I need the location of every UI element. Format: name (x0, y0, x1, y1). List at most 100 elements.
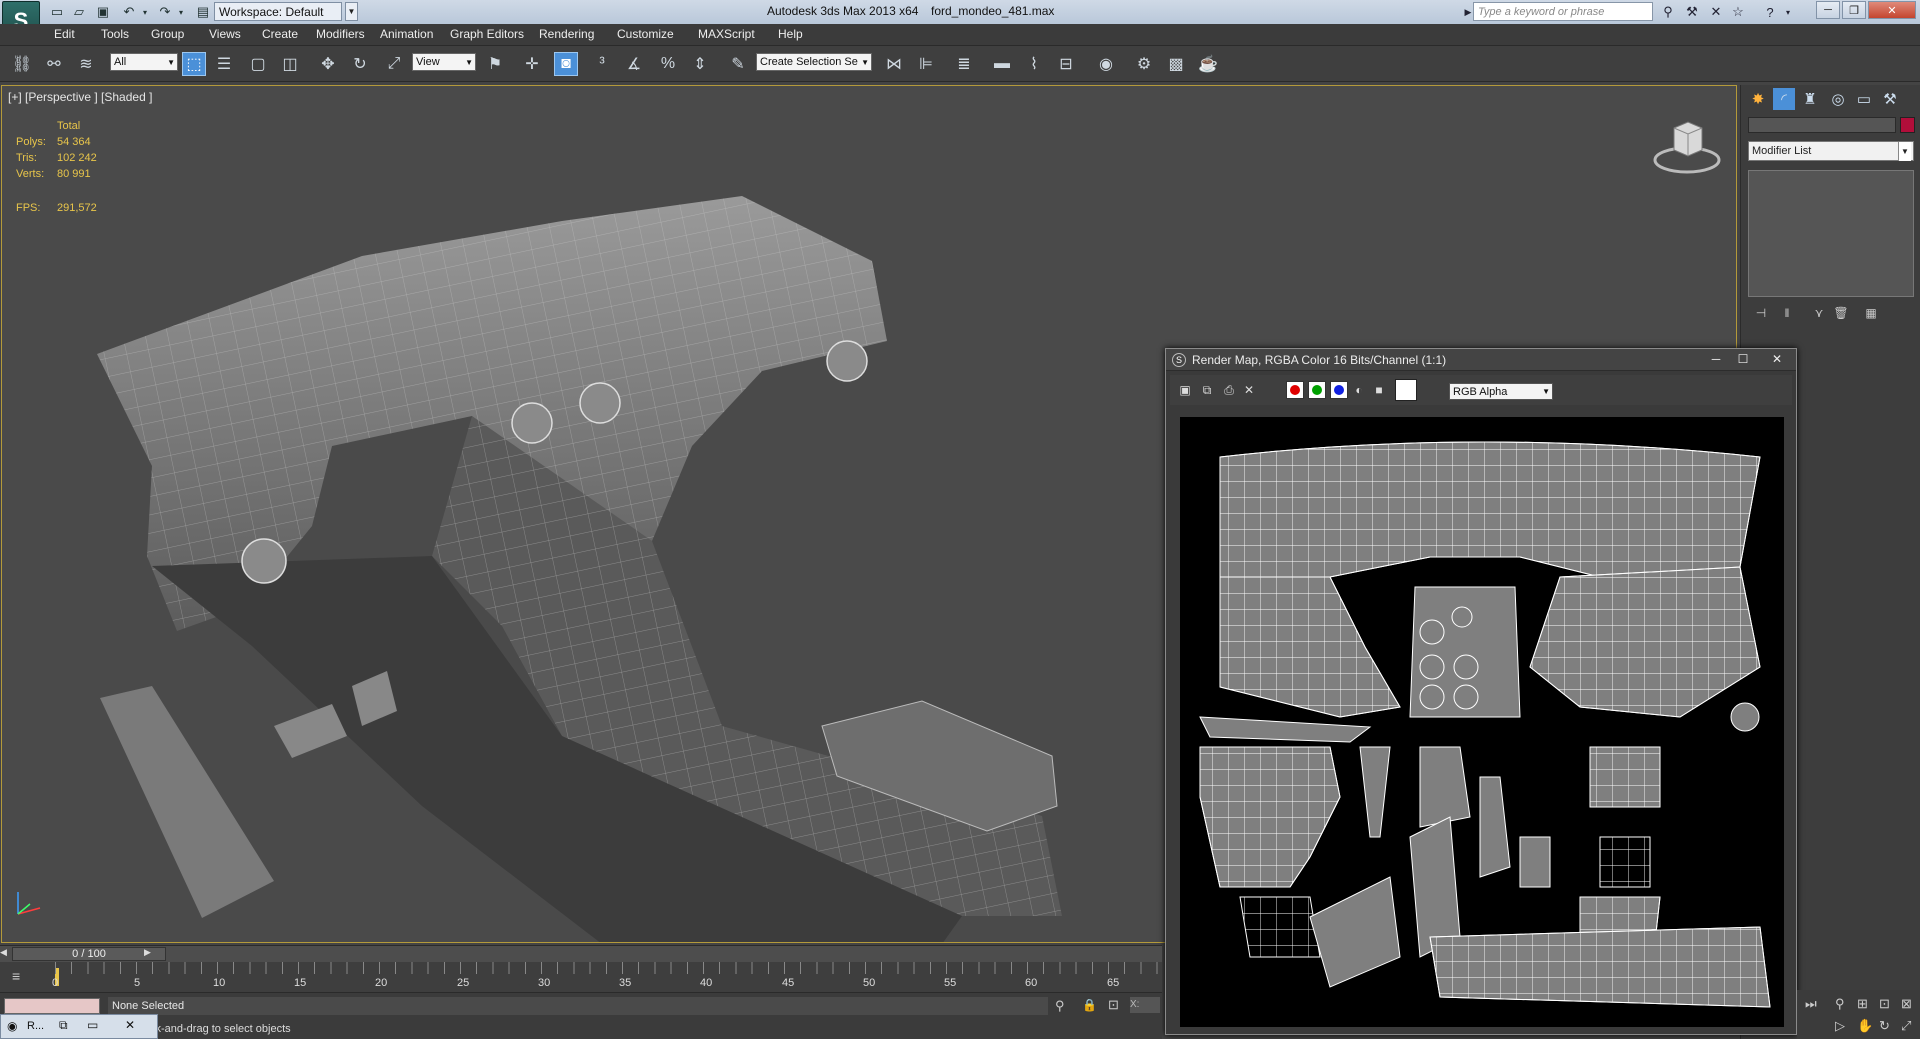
align-icon[interactable]: ⊫ (914, 52, 938, 76)
graphite-ribbon-icon[interactable]: ▬ (990, 52, 1014, 76)
use-pivot-center-icon[interactable]: ⚑ (483, 52, 507, 76)
clone-window-icon[interactable]: ⧉ (1198, 381, 1216, 399)
percent-snap-icon[interactable]: % (656, 52, 680, 76)
select-manipulate-icon[interactable]: ✛ (520, 52, 544, 76)
close-button[interactable]: ✕ (1868, 1, 1916, 19)
menu-rendering[interactable]: Rendering (539, 27, 594, 41)
restore-button[interactable]: ❐ (1842, 1, 1866, 19)
configure-modifier-sets-icon[interactable]: ▦ (1861, 304, 1881, 322)
rendered-frame-window-icon[interactable]: ▩ (1164, 52, 1188, 76)
keyword-search-input[interactable]: Type a keyword or phrase (1473, 2, 1653, 21)
render-production-icon[interactable]: ☕ (1196, 52, 1220, 76)
render-map-maximize-button[interactable]: ☐ (1730, 350, 1756, 368)
modifier-stack[interactable] (1748, 170, 1914, 297)
angle-snap-icon[interactable]: ∡ (622, 52, 646, 76)
modify-tab-icon[interactable]: ◜ (1773, 88, 1795, 110)
monochrome-icon[interactable]: ■ (1370, 381, 1388, 399)
mini-curve-editor-icon[interactable]: ≡ (12, 968, 20, 984)
bind-to-space-warp-icon[interactable]: ≋ (74, 52, 98, 76)
curve-editor-icon[interactable]: ⌇ (1022, 52, 1046, 76)
remove-modifier-icon[interactable]: 🗑 (1831, 304, 1851, 322)
render-map-minimize-button[interactable]: ─ (1703, 350, 1729, 368)
green-channel-toggle[interactable] (1308, 381, 1326, 399)
pan-view-icon[interactable]: ✋ (1857, 1018, 1873, 1034)
absolute-mode-icon[interactable]: ⊡ (1108, 997, 1119, 1013)
object-name-field[interactable] (1748, 117, 1896, 133)
frame-counter[interactable]: 0 / 100 (12, 947, 166, 961)
rectangular-selection-icon[interactable]: ▢ (246, 52, 270, 76)
favorites-star-icon[interactable]: ☆ (1729, 3, 1747, 21)
help-dropdown-icon[interactable]: ▾ (1779, 3, 1797, 21)
create-tab-icon[interactable]: ✸ (1747, 88, 1769, 110)
menu-customize[interactable]: Customize (617, 27, 674, 41)
motion-tab-icon[interactable]: ◎ (1827, 88, 1849, 110)
render-map-titlebar[interactable]: S Render Map, RGBA Color 16 Bits/Channel… (1166, 349, 1796, 371)
hold-icon[interactable]: ▤ (194, 3, 212, 21)
keyboard-shortcut-override-icon[interactable]: ◙ (554, 52, 578, 76)
menu-views[interactable]: Views (209, 27, 241, 41)
undo-dropdown-icon[interactable]: ▾ (136, 3, 154, 21)
select-and-rotate-icon[interactable]: ↻ (348, 52, 372, 76)
show-end-result-icon[interactable]: ‖ (1777, 304, 1797, 322)
menu-graph-editors[interactable]: Graph Editors (450, 27, 524, 41)
modifier-list-dropdown[interactable]: Modifier List ▼ (1748, 141, 1914, 161)
zoom-icon[interactable]: ⚲ (1835, 996, 1845, 1012)
restore-small-icon[interactable]: ⧉ (59, 1018, 68, 1033)
snaps-toggle-icon[interactable]: ³ (590, 52, 614, 76)
select-object-icon[interactable]: ⬚ (182, 52, 206, 76)
track-bar[interactable]: ≡ 0 5 10 15 20 25 30 35 40 45 50 55 60 6… (0, 962, 1162, 992)
menu-tools[interactable]: Tools (101, 27, 129, 41)
schematic-view-icon[interactable]: ⊟ (1054, 52, 1078, 76)
object-color-swatch[interactable] (1900, 117, 1915, 133)
time-slider-prev-icon[interactable]: ◀ (0, 947, 8, 961)
isolate-selection-icon[interactable]: ⚲ (1055, 998, 1065, 1014)
clear-image-icon[interactable]: ✕ (1240, 381, 1258, 399)
field-of-view-icon[interactable]: ▷ (1835, 1018, 1845, 1034)
alpha-channel-icon[interactable]: ◐ (1350, 381, 1368, 399)
subscription-icon[interactable]: ⚒ (1683, 3, 1701, 21)
zoom-all-icon[interactable]: ⊞ (1857, 996, 1868, 1012)
render-map-close-button[interactable]: ✕ (1764, 350, 1790, 368)
red-channel-toggle[interactable] (1286, 381, 1304, 399)
open-file-icon[interactable]: ▱ (70, 3, 88, 21)
layer-manager-icon[interactable]: ≣ (952, 52, 976, 76)
reference-coordinate-dropdown[interactable]: View ▼ (412, 53, 476, 71)
render-setup-icon[interactable]: ⚙ (1132, 52, 1156, 76)
maximize-small-icon[interactable]: ▭ (87, 1018, 98, 1032)
menu-group[interactable]: Group (151, 27, 184, 41)
save-image-icon[interactable]: ▣ (1176, 381, 1194, 399)
selection-lock-icon[interactable]: 🔒 (1082, 998, 1097, 1012)
selection-filter-dropdown[interactable]: All ▼ (110, 53, 178, 71)
minimized-window-tab[interactable]: ◉ R... ⧉ ▭ ✕ (0, 1014, 158, 1039)
menu-edit[interactable]: Edit (54, 27, 75, 41)
time-slider-next-icon[interactable]: ▶ (144, 947, 154, 961)
blue-channel-toggle[interactable] (1330, 381, 1348, 399)
redo-dropdown-icon[interactable]: ▾ (172, 3, 190, 21)
menu-maxscript[interactable]: MAXScript (698, 27, 755, 41)
zoom-extents-icon[interactable]: ⊡ (1879, 996, 1890, 1012)
orbit-icon[interactable]: ↻ (1879, 1018, 1890, 1034)
channel-display-dropdown[interactable]: RGB Alpha ▼ (1449, 383, 1553, 400)
zoom-extents-all-icon[interactable]: ⊠ (1901, 996, 1912, 1012)
utilities-tab-icon[interactable]: ⚒ (1879, 88, 1901, 110)
menu-animation[interactable]: Animation (380, 27, 433, 41)
play-icon[interactable]: ⏭ (1805, 996, 1817, 1012)
workspace-dropdown[interactable]: Workspace: Default (214, 2, 342, 21)
new-file-icon[interactable]: ▭ (48, 3, 66, 21)
unlink-selection-icon[interactable]: ⚯ (42, 52, 66, 76)
window-crossing-icon[interactable]: ◫ (278, 52, 302, 76)
close-small-icon[interactable]: ✕ (125, 1018, 135, 1032)
mirror-icon[interactable]: ⋈ (882, 52, 906, 76)
hierarchy-tab-icon[interactable]: ♜ (1799, 88, 1821, 110)
menu-help[interactable]: Help (778, 27, 803, 41)
display-tab-icon[interactable]: ▭ (1853, 88, 1875, 110)
spinner-snap-icon[interactable]: ⇕ (688, 52, 712, 76)
uv-render-canvas[interactable] (1180, 417, 1784, 1027)
select-and-move-icon[interactable]: ✥ (316, 52, 340, 76)
maximize-viewport-icon[interactable]: ⤢ (1901, 1018, 1911, 1034)
x-coordinate-field[interactable]: X: (1130, 997, 1160, 1013)
menu-create[interactable]: Create (262, 27, 298, 41)
menu-modifiers[interactable]: Modifiers (316, 27, 365, 41)
named-selection-sets-dropdown[interactable]: Create Selection Se ▼ (756, 53, 872, 71)
search-binoculars-icon[interactable]: ⚲ (1659, 3, 1677, 21)
